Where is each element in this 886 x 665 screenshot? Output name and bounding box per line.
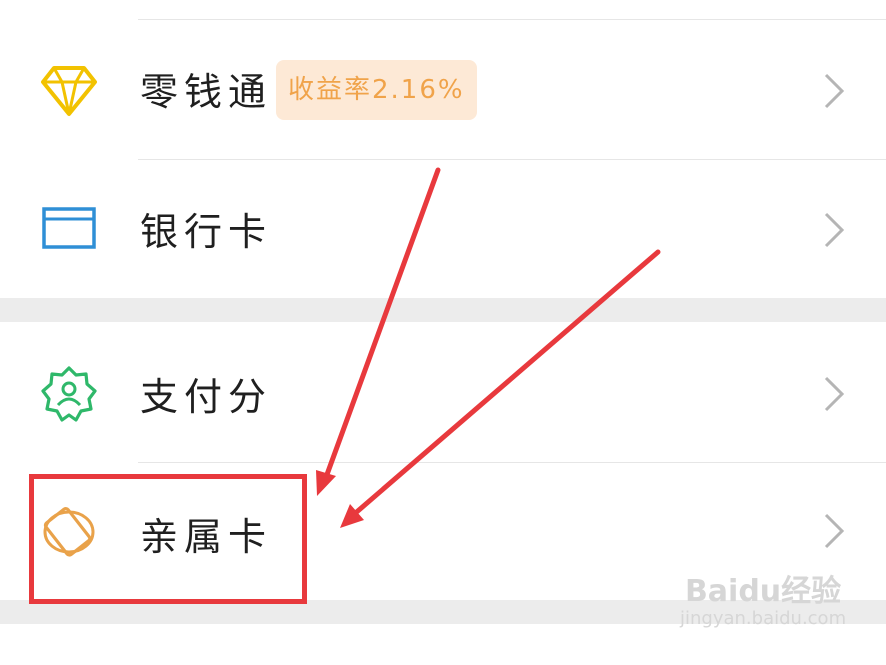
menu-item-pay-score[interactable]: 支付分 <box>0 322 886 462</box>
bank-card-icon <box>40 200 98 258</box>
watermark-sub: jingyan.baidu.com <box>680 608 847 629</box>
menu-item-bank-card[interactable]: 银行卡 <box>0 160 886 298</box>
menu-item-label: 支付分 <box>140 375 273 419</box>
section-separator <box>0 298 886 322</box>
menu-item-label: 银行卡 <box>140 210 273 254</box>
chevron-right-icon <box>818 374 848 414</box>
chevron-right-icon <box>818 210 848 250</box>
yield-rate-badge: 收益率2.16% <box>276 60 477 120</box>
menu-item-change-pocket[interactable]: 零钱通 收益率2.16% <box>0 20 886 159</box>
watermark-main: Baidu经验 <box>684 574 842 609</box>
badge-user-icon <box>40 365 98 423</box>
chevron-right-icon <box>818 71 848 111</box>
menu-item-label: 零钱通 <box>140 70 273 114</box>
baidu-watermark: Baidu经验 jingyan.baidu.com <box>680 576 846 630</box>
bottom-blank-area <box>0 624 886 665</box>
diamond-icon <box>40 62 98 120</box>
chevron-right-icon <box>818 511 848 551</box>
annotation-highlight-box <box>29 474 307 604</box>
